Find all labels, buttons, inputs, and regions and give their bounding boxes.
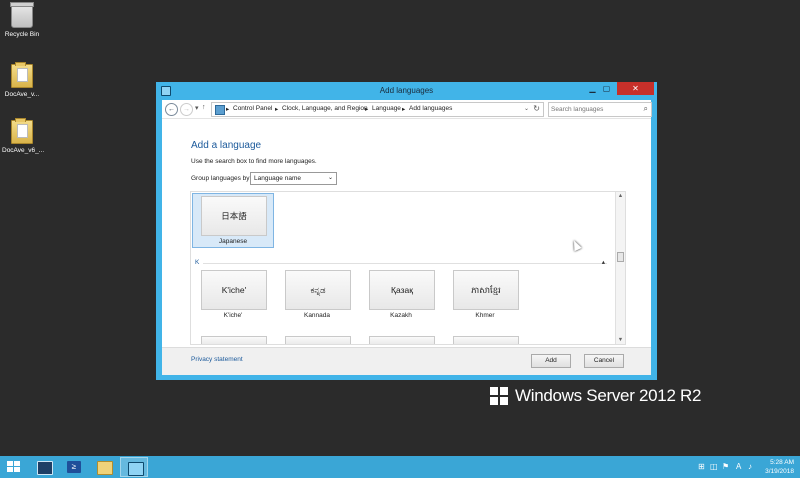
folder-icon <box>11 62 33 88</box>
title-bar[interactable]: Add languages ▁ ▢ ✕ <box>156 82 657 100</box>
language-name: Kannada <box>303 312 331 319</box>
window-client: ← → ▾ ↑ ▸ Control Panel ▸ Clock, Languag… <box>162 100 652 375</box>
clock-time: 5:28 AM <box>770 459 794 466</box>
server-manager-icon <box>37 461 53 475</box>
language-tile-partial[interactable] <box>277 336 357 344</box>
language-tile-kazakh[interactable]: Қазақ Kazakh <box>361 268 441 321</box>
group-by-select[interactable]: Language name ⌄ <box>250 172 337 185</box>
desktop-icon-label: DocAve_v... <box>4 91 40 98</box>
desktop-icon-docave-2[interactable]: DocAve_v6_... <box>2 118 45 154</box>
taskbar-control-panel[interactable] <box>120 457 148 477</box>
breadcrumb-language[interactable]: Language <box>372 105 401 112</box>
language-native-name: 日本語 <box>201 196 267 236</box>
control-panel-icon <box>215 105 225 115</box>
privacy-statement-link[interactable]: Privacy statement <box>191 356 243 363</box>
up-button[interactable]: ↑ <box>202 104 206 111</box>
volume-icon[interactable]: ♪ <box>748 462 752 471</box>
input-indicator-icon[interactable]: A <box>736 462 741 471</box>
group-header-k: K <box>195 259 200 266</box>
breadcrumb-sep-icon[interactable]: ▸ <box>275 105 278 113</box>
forward-button[interactable]: → <box>180 103 193 116</box>
add-button[interactable]: Add <box>531 354 571 368</box>
branding-text: Windows Server 2012 R2 <box>515 386 702 405</box>
language-native-name: Қазақ <box>369 270 435 310</box>
language-name: Japanese <box>218 238 248 245</box>
language-name: K'iche' <box>223 312 243 319</box>
language-native-name: ಕನ್ನಡ <box>285 270 351 310</box>
maximize-button[interactable]: ▢ <box>600 82 613 95</box>
collapse-group-icon[interactable]: ▴ <box>602 258 605 266</box>
address-box[interactable]: ▸ Control Panel ▸ Clock, Language, and R… <box>211 102 544 117</box>
scroll-down-icon[interactable]: ▼ <box>616 337 625 343</box>
taskbar: ≥ ⊞ ◫ ⚑ A ♪ 5:28 AM 3/19/2018 <box>0 456 800 478</box>
group-by-value: Language name <box>254 175 301 182</box>
window-title: Add languages <box>379 86 434 95</box>
refresh-icon[interactable]: ↻ <box>533 104 540 113</box>
language-tile-face <box>201 336 267 344</box>
language-list: 日本語 Japanese K ▴ K'iche' K'iche' ಕನ್ನಡ K… <box>190 191 626 345</box>
desktop-icon-docave-1[interactable]: DocAve_v... <box>2 62 42 98</box>
windows-logo-icon <box>490 387 508 405</box>
language-tile-face <box>285 336 351 344</box>
group-divider <box>203 263 607 264</box>
cancel-button[interactable]: Cancel <box>584 354 624 368</box>
group-by-label: Group languages by: <box>191 175 252 182</box>
start-button[interactable] <box>0 457 28 477</box>
recycle-bin-icon <box>10 2 34 28</box>
taskbar-file-explorer[interactable] <box>90 457 118 477</box>
recent-pages-button[interactable]: ▾ <box>195 104 199 112</box>
dialog-footer: Privacy statement Add Cancel <box>162 347 651 375</box>
close-button[interactable]: ✕ <box>617 82 654 95</box>
add-languages-window: Add languages ▁ ▢ ✕ ← → ▾ ↑ ▸ Control Pa… <box>156 82 657 380</box>
scroll-up-icon[interactable]: ▲ <box>616 193 625 199</box>
language-tile-japanese[interactable]: 日本語 Japanese <box>192 193 274 248</box>
language-tile-partial[interactable] <box>193 336 273 344</box>
desktop-icon-label: DocAve_v6_... <box>2 147 45 154</box>
language-native-name: K'iche' <box>201 270 267 310</box>
folder-icon <box>11 118 33 144</box>
clock-date: 3/19/2018 <box>765 468 794 475</box>
minimize-button[interactable]: ▁ <box>586 82 599 95</box>
network-icon[interactable]: ⊞ <box>698 462 705 471</box>
breadcrumb-clock-language-region[interactable]: Clock, Language, and Region <box>282 105 368 112</box>
search-input[interactable] <box>551 104 635 114</box>
language-tile-face <box>453 336 519 344</box>
language-tile-partial[interactable] <box>445 336 525 344</box>
language-tile-face <box>369 336 435 344</box>
desktop-icon-recycle-bin[interactable]: Recycle Bin <box>2 2 42 38</box>
search-icon[interactable]: ⌕ <box>644 104 648 114</box>
language-tile-kiche[interactable]: K'iche' K'iche' <box>193 268 273 321</box>
search-box: ⌕ <box>548 102 652 117</box>
search-hint: Use the search box to find more language… <box>191 158 317 165</box>
scroll-thumb[interactable] <box>617 252 624 262</box>
breadcrumb-sep-icon[interactable]: ▸ <box>365 105 368 113</box>
back-button[interactable]: ← <box>165 103 178 116</box>
tray-icon[interactable]: ◫ <box>710 462 718 471</box>
desktop-icon-label: Recycle Bin <box>4 31 40 38</box>
language-tile-kannada[interactable]: ಕನ್ನಡ Kannada <box>277 268 357 321</box>
powershell-icon: ≥ <box>67 461 81 473</box>
breadcrumb-sep-icon[interactable]: ▸ <box>226 105 229 113</box>
language-tile-khmer[interactable]: ភាសាខ្មែរ Khmer <box>445 268 525 321</box>
chevron-down-icon: ⌄ <box>327 175 333 181</box>
breadcrumb-add-languages[interactable]: Add languages <box>409 105 452 112</box>
language-native-name: ភាសាខ្មែរ <box>453 270 519 310</box>
taskbar-server-manager[interactable] <box>30 457 58 477</box>
vertical-scrollbar[interactable]: ▲ ▼ <box>615 192 625 344</box>
language-name: Kazakh <box>390 312 412 319</box>
control-panel-icon <box>128 462 144 476</box>
address-bar: ← → ▾ ↑ ▸ Control Panel ▸ Clock, Languag… <box>162 100 652 119</box>
breadcrumb-control-panel[interactable]: Control Panel <box>233 105 272 112</box>
taskbar-powershell[interactable]: ≥ <box>60 457 88 477</box>
address-dropdown-icon[interactable]: ⌄ <box>524 105 529 112</box>
windows-logo-icon <box>7 461 20 473</box>
page-title: Add a language <box>191 140 262 151</box>
language-name: Khmer <box>475 312 495 319</box>
breadcrumb-sep-icon[interactable]: ▸ <box>402 105 405 113</box>
folder-icon <box>97 461 113 475</box>
taskbar-clock[interactable]: 5:28 AM 3/19/2018 <box>765 458 794 476</box>
language-tile-partial[interactable] <box>361 336 441 344</box>
action-center-icon[interactable]: ⚑ <box>722 462 729 471</box>
